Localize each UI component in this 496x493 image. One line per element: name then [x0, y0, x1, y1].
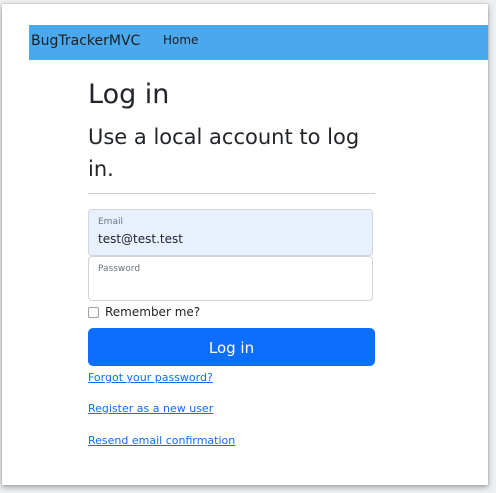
remember-me-checkbox[interactable]: [88, 306, 99, 318]
page-title: Log in: [88, 79, 170, 110]
register-link[interactable]: Register as a new user: [88, 402, 213, 415]
page-subtitle: Use a local account to log in.: [88, 125, 360, 181]
email-label: Email: [98, 217, 123, 227]
email-input[interactable]: test@test.test: [98, 232, 183, 246]
remember-me[interactable]: Remember me?: [88, 305, 200, 319]
navbar-brand[interactable]: BugTrackerMVC: [31, 33, 140, 49]
divider: [88, 193, 375, 194]
resend-confirmation-link[interactable]: Resend email confirmation: [88, 434, 235, 447]
forgot-password-link[interactable]: Forgot your password?: [88, 371, 213, 384]
password-field[interactable]: Password: [88, 256, 373, 301]
nav-link-home[interactable]: Home: [163, 33, 198, 47]
log-in-button[interactable]: Log in: [88, 328, 375, 366]
email-field[interactable]: Email test@test.test: [88, 209, 373, 256]
navbar: BugTrackerMVC Home: [29, 25, 488, 60]
password-label: Password: [98, 264, 141, 274]
remember-me-label[interactable]: Remember me?: [105, 305, 200, 319]
